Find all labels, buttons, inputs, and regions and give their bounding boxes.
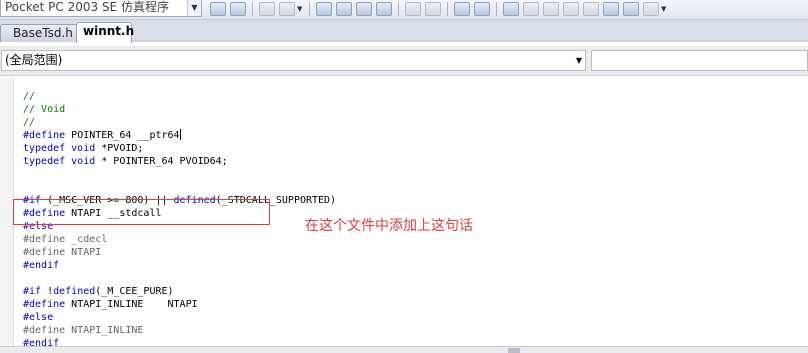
code-line[interactable]: #define NTAPI <box>23 246 336 259</box>
word-completion-icon[interactable] <box>376 2 392 16</box>
code-token: #define <box>23 299 66 310</box>
code-line[interactable]: // <box>23 116 336 129</box>
code-token: *PVOID; <box>95 143 144 154</box>
sort-ascending-icon[interactable] <box>259 2 275 16</box>
code-token: ! <box>41 286 54 297</box>
toolbar-separator <box>398 2 399 16</box>
code-token: #endif <box>23 260 60 271</box>
toolbar-separator <box>496 2 497 16</box>
tab-basetsd-h[interactable]: BaseTsd.h <box>0 24 78 42</box>
scope-dropdown[interactable]: (全局范围) ▼ <box>1 50 586 71</box>
code-line[interactable]: #define NTAPI_INLINE NTAPI <box>23 298 336 311</box>
toolbar-separator <box>447 2 448 16</box>
code-token: // Void <box>23 104 66 115</box>
toolbar: Pocket PC 2003 SE 仿真程序 ▼ ▼ ▼ <box>0 0 808 20</box>
code-token: // <box>23 117 36 128</box>
document-tab-bar: BaseTsd.h winnt.h <box>0 20 808 43</box>
code-line[interactable] <box>23 181 336 194</box>
device-options-icon[interactable] <box>210 2 226 16</box>
toolbar-separator <box>252 2 253 16</box>
code-token: (_M_CEE_PURE) <box>95 286 174 297</box>
chevron-down-icon[interactable]: ▼ <box>576 51 582 70</box>
code-token: * POINTER_64 PVOID64; <box>95 156 228 167</box>
next-bookmark-in-file-icon[interactable] <box>623 2 639 16</box>
previous-bookmark-in-file-icon[interactable] <box>603 2 619 16</box>
scope-dropdown-value: (全局范围) <box>5 53 63 67</box>
code-line[interactable]: // Void <box>23 103 336 116</box>
clear-bookmarks-icon[interactable] <box>643 2 659 16</box>
code-token: typedef void <box>23 143 96 154</box>
code-line[interactable]: typedef void * POINTER_64 PVOID64; <box>23 155 336 168</box>
code-token: #endif <box>23 338 60 346</box>
code-token: // <box>23 91 36 102</box>
code-line[interactable]: // <box>23 90 336 103</box>
quick-info-icon[interactable] <box>356 2 372 16</box>
code-line[interactable]: #define NTAPI_INLINE <box>23 324 336 337</box>
scrollbar-thumb[interactable] <box>508 348 520 353</box>
text-cursor <box>179 129 181 140</box>
code-token: #define _cdecl <box>23 234 108 245</box>
comment-lines-icon[interactable] <box>454 2 470 16</box>
code-line[interactable]: #if !defined(_M_CEE_PURE) <box>23 285 336 298</box>
editor-gutter[interactable] <box>0 78 14 346</box>
code-line[interactable]: #define _cdecl <box>23 233 336 246</box>
horizontal-scrollbar[interactable] <box>0 346 808 353</box>
uncomment-lines-icon[interactable] <box>474 2 490 16</box>
decrease-indent-icon[interactable] <box>405 2 421 16</box>
code-token: defined <box>53 286 96 297</box>
code-token: POINTER_64 __ptr64 <box>65 130 180 141</box>
code-line[interactable]: #endif <box>23 337 336 346</box>
toolbar-separator <box>309 2 310 16</box>
code-line[interactable] <box>23 168 336 181</box>
increase-indent-icon[interactable] <box>425 2 441 16</box>
previous-bookmark-icon[interactable] <box>523 2 539 16</box>
code-token: NTAPI_INLINE NTAPI <box>65 299 198 310</box>
toggle-bookmark-icon[interactable] <box>503 2 519 16</box>
code-token: #if <box>23 286 42 297</box>
code-line[interactable]: typedef void *PVOID; <box>23 142 336 155</box>
code-token: #define <box>23 130 66 141</box>
code-line[interactable]: #else <box>23 311 336 324</box>
annotation-text: 在这个文件中添加上这句话 <box>305 218 473 234</box>
sort-descending-icon[interactable] <box>279 2 295 16</box>
code-token: #define NTAPI_INLINE <box>23 325 144 336</box>
code-line[interactable] <box>23 272 336 285</box>
code-line[interactable]: #define POINTER_64 __ptr64 <box>23 129 336 142</box>
code-token: #define NTAPI <box>23 247 102 258</box>
toolbar-overflow-icon[interactable]: ▼ <box>661 2 669 16</box>
toolbar-overflow-icon[interactable]: ▼ <box>297 2 305 16</box>
connect-device-icon[interactable] <box>230 2 246 16</box>
code-editor[interactable]: //// Void//#define POINTER_64 __ptr64 typ… <box>0 78 808 346</box>
class-view-icon[interactable] <box>336 2 352 16</box>
tab-winnt-h[interactable]: winnt.h <box>76 22 134 43</box>
member-dropdown[interactable] <box>591 50 808 71</box>
highlight-box <box>13 199 270 225</box>
next-bookmark-in-folder-icon[interactable] <box>583 2 599 16</box>
chevron-down-icon[interactable]: ▼ <box>187 0 201 16</box>
code-line[interactable]: #endif <box>23 259 336 272</box>
target-platform-dropdown[interactable]: Pocket PC 2003 SE 仿真程序 ▼ <box>0 0 202 17</box>
code-token: typedef void <box>23 156 96 167</box>
object-browser-icon[interactable] <box>316 2 332 16</box>
toolbar-icons: ▼ ▼ <box>208 0 669 18</box>
code-token: #else <box>23 312 54 323</box>
navigation-bar: (全局范围) ▼ <box>0 46 808 76</box>
target-platform-label: Pocket PC 2003 SE 仿真程序 <box>5 0 169 14</box>
next-bookmark-icon[interactable] <box>543 2 559 16</box>
previous-bookmark-in-folder-icon[interactable] <box>563 2 579 16</box>
